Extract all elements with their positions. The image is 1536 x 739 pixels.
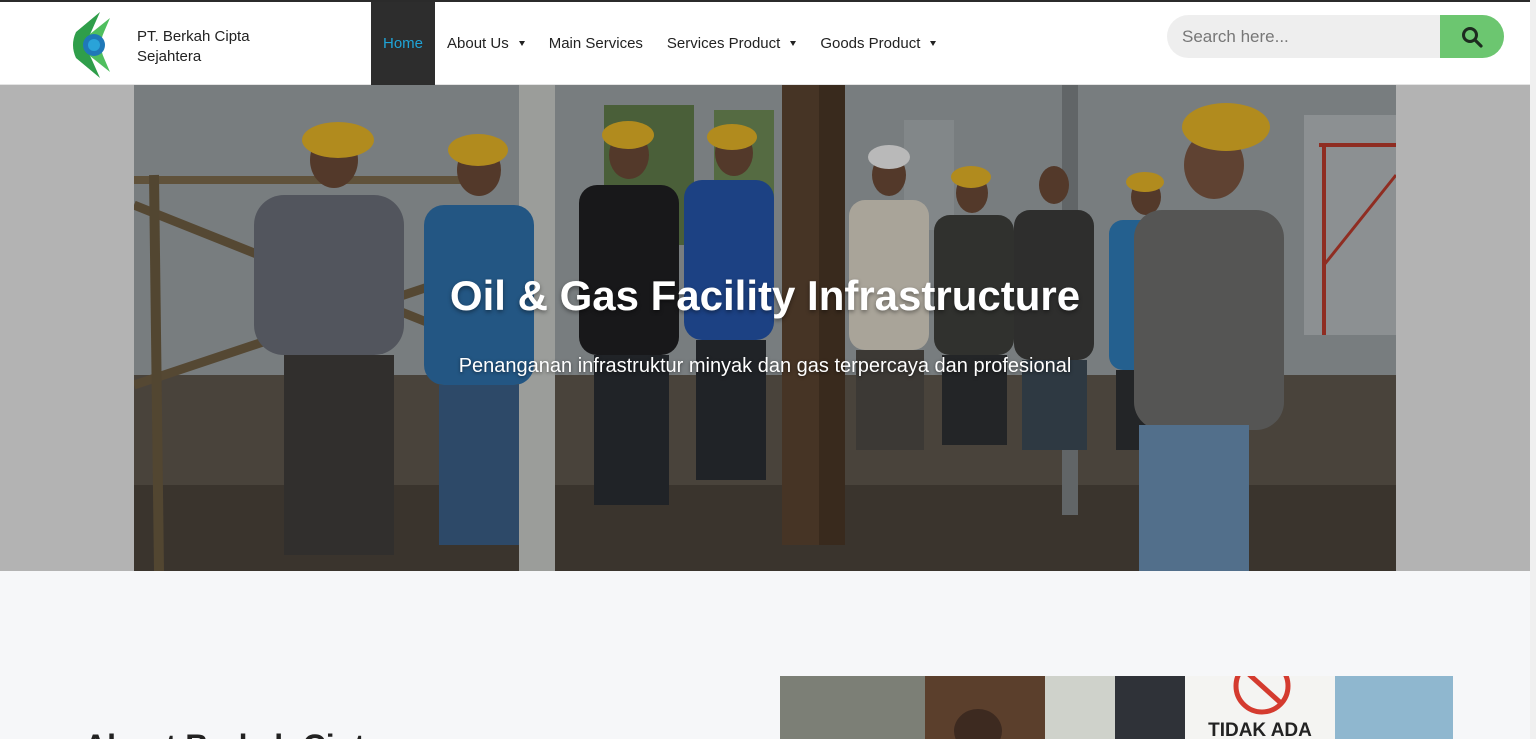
hero-slider: Oil & Gas Facility Infrastructure Penang… bbox=[134, 85, 1396, 571]
about-heading: About Berkah Cipta bbox=[84, 728, 383, 739]
logo-icon bbox=[73, 12, 110, 78]
search-button[interactable] bbox=[1440, 15, 1504, 58]
caret-down-icon bbox=[930, 41, 937, 46]
hero-background-image bbox=[134, 85, 1396, 571]
hero-title: Oil & Gas Facility Infrastructure bbox=[449, 272, 1081, 319]
nav-services-product[interactable]: Services Product bbox=[655, 2, 808, 85]
search-icon bbox=[1462, 26, 1483, 48]
about-image: TIDAK ADA bbox=[780, 676, 1453, 739]
nav-home-label: Home bbox=[383, 35, 424, 52]
nav-services-product-label: Services Product bbox=[666, 35, 781, 52]
company-logo[interactable] bbox=[68, 10, 114, 80]
nav-home[interactable]: Home bbox=[371, 2, 436, 85]
caret-down-icon bbox=[518, 41, 525, 46]
nav-goods-product-label: Goods Product bbox=[820, 35, 921, 52]
main-nav: Home About Us Main Services Services Pro… bbox=[371, 2, 948, 85]
nav-main-services[interactable]: Main Services bbox=[537, 2, 655, 85]
brand-name[interactable]: PT. Berkah Cipta Sejahtera bbox=[137, 27, 307, 67]
caret-down-icon bbox=[790, 41, 797, 46]
nav-goods-product[interactable]: Goods Product bbox=[808, 2, 948, 85]
scrollbar[interactable] bbox=[1530, 0, 1536, 739]
site-header: PT. Berkah Cipta Sejahtera Home About Us… bbox=[0, 2, 1536, 85]
hero-subtitle: Penanganan infrastruktur minyak dan gas … bbox=[458, 355, 1072, 377]
about-photo-sign-text: TIDAK ADA bbox=[1208, 720, 1312, 739]
nav-main-services-label: Main Services bbox=[548, 35, 643, 52]
search-bar bbox=[1167, 15, 1504, 58]
nav-about-us[interactable]: About Us bbox=[435, 2, 537, 85]
nav-about-us-label: About Us bbox=[447, 35, 509, 52]
about-photo-graphic: TIDAK ADA bbox=[780, 676, 1453, 739]
search-input[interactable] bbox=[1167, 15, 1440, 58]
